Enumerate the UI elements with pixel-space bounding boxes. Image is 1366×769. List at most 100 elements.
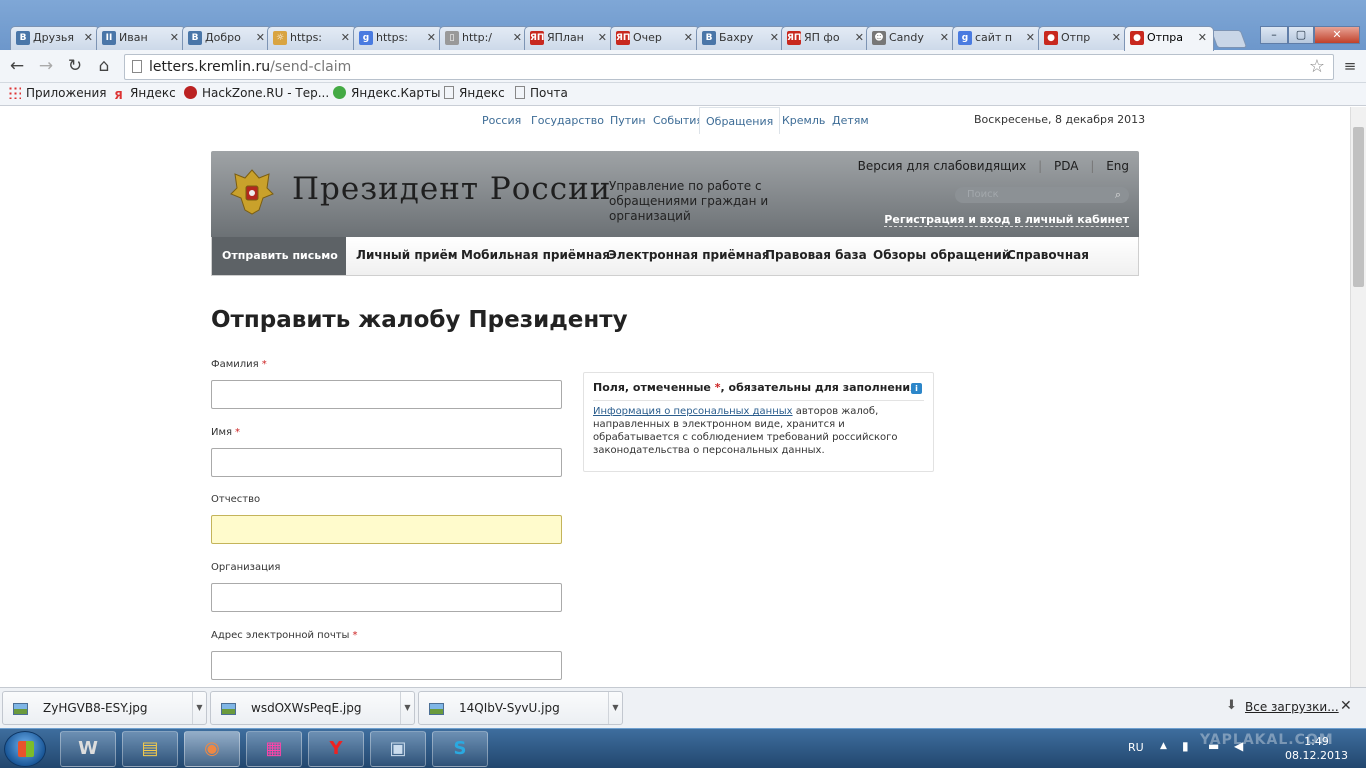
- register-login-link[interactable]: Регистрация и вход в личный кабинет: [884, 213, 1129, 227]
- download-item[interactable]: wsdOXWsPeqE.jpg ▼: [210, 691, 415, 725]
- close-tab-icon[interactable]: ✕: [598, 27, 607, 49]
- chevron-down-icon[interactable]: ▼: [192, 692, 206, 724]
- tab-1[interactable]: II Иван ✕: [96, 26, 186, 50]
- tab-9[interactable]: ЯП ЯП фо ✕: [781, 26, 871, 50]
- tab-3[interactable]: ☼ https: ✕: [267, 26, 357, 50]
- maximize-button[interactable]: ▢: [1288, 26, 1314, 44]
- minimize-button[interactable]: –: [1260, 26, 1288, 44]
- bookmark-yandex[interactable]: Я Яндекс: [112, 86, 175, 102]
- bookmark-yandex-maps[interactable]: Яндекс.Карты: [333, 86, 440, 100]
- close-tab-icon[interactable]: ✕: [940, 27, 949, 49]
- close-tab-icon[interactable]: ✕: [84, 27, 93, 49]
- chrome-icon[interactable]: ◉: [184, 731, 240, 767]
- close-tab-icon[interactable]: ✕: [1198, 27, 1207, 49]
- search-input[interactable]: Поиск ⌕: [955, 187, 1129, 203]
- battery-icon[interactable]: ▬: [1208, 739, 1219, 753]
- field-input-1[interactable]: [211, 448, 562, 477]
- menu-item-1[interactable]: Личный приём: [356, 237, 458, 275]
- world-of-tanks-icon[interactable]: W: [60, 731, 116, 767]
- menu-item-6[interactable]: Справочная: [1007, 237, 1089, 275]
- clock[interactable]: 1:49 08.12.2013: [1285, 735, 1348, 763]
- address-bar[interactable]: letters.kremlin.ru/send-claim ☆: [124, 54, 1334, 80]
- menu-icon[interactable]: ≡: [1339, 55, 1361, 77]
- close-tab-icon[interactable]: ✕: [1026, 27, 1035, 49]
- accessibility-link[interactable]: Версия для слабовидящих: [858, 159, 1027, 173]
- close-tab-icon[interactable]: ✕: [770, 27, 779, 49]
- close-tab-icon[interactable]: ✕: [341, 27, 350, 49]
- bookmark-hackzone[interactable]: HackZone.RU - Тер...: [184, 86, 329, 100]
- show-hidden-icons-icon[interactable]: ▲: [1160, 741, 1167, 751]
- field-input-2[interactable]: [211, 515, 562, 544]
- back-icon[interactable]: ←: [6, 55, 28, 77]
- volume-icon[interactable]: ◀: [1234, 739, 1243, 753]
- page-scrollbar[interactable]: [1350, 107, 1366, 687]
- topnav-item[interactable]: Россия: [482, 114, 521, 127]
- personal-data-link[interactable]: Информация о персональных данных: [593, 406, 793, 417]
- english-link[interactable]: Eng: [1106, 159, 1129, 173]
- topnav-item[interactable]: Кремль: [782, 114, 825, 127]
- language-indicator[interactable]: RU: [1128, 741, 1144, 754]
- close-icon[interactable]: ✕: [1340, 698, 1352, 714]
- new-tab-button[interactable]: [1210, 30, 1248, 48]
- tab-8[interactable]: В Бахру ✕: [696, 26, 786, 50]
- tab-2[interactable]: В Добро ✕: [182, 26, 272, 50]
- all-downloads-link[interactable]: Все загрузки...: [1245, 700, 1339, 714]
- start-button[interactable]: [4, 731, 46, 767]
- site-title[interactable]: Президент России: [292, 171, 611, 207]
- close-tab-icon[interactable]: ✕: [855, 27, 864, 49]
- tab-10[interactable]: ☻ Candy ✕: [866, 26, 956, 50]
- pda-link[interactable]: PDA: [1054, 159, 1078, 173]
- close-tab-icon[interactable]: ✕: [513, 27, 522, 49]
- page-icon: [444, 86, 454, 99]
- topnav-item[interactable]: Путин: [610, 114, 646, 127]
- menu-item-3[interactable]: Электронная приёмная: [608, 237, 770, 275]
- menu-item-4[interactable]: Правовая база: [765, 237, 867, 275]
- bookmark-yandex-2[interactable]: Яндекс: [444, 86, 505, 100]
- network-icon[interactable]: ▮: [1182, 739, 1189, 753]
- field-input-3[interactable]: [211, 583, 562, 612]
- bookmark-mail[interactable]: Почта: [515, 86, 568, 100]
- close-tab-icon[interactable]: ✕: [684, 27, 693, 49]
- topnav-item[interactable]: События: [653, 114, 703, 127]
- skype-icon[interactable]: S: [432, 731, 488, 767]
- tab-5[interactable]: ▯ http:/ ✕: [439, 26, 529, 50]
- close-tab-icon[interactable]: ✕: [1112, 27, 1121, 49]
- field-label: Отчество: [211, 494, 260, 505]
- tab-11[interactable]: g сайт п ✕: [952, 26, 1042, 50]
- bookmark-apps[interactable]: Приложения: [8, 86, 107, 100]
- download-item[interactable]: ZyHGVB8-ESY.jpg ▼: [2, 691, 207, 725]
- close-window-button[interactable]: ✕: [1314, 26, 1360, 44]
- reload-icon[interactable]: ↻: [64, 55, 86, 77]
- tab-12[interactable]: ● Отпр ✕: [1038, 26, 1128, 50]
- topnav-item[interactable]: Обращения: [699, 107, 781, 134]
- download-item[interactable]: 14QIbV-SyvU.jpg ▼: [418, 691, 623, 725]
- menu-item-2[interactable]: Мобильная приёмная: [461, 237, 610, 275]
- forward-icon[interactable]: →: [35, 55, 57, 77]
- search-icon[interactable]: ⌕: [1115, 187, 1121, 203]
- field-input-4[interactable]: [211, 651, 562, 680]
- explorer-icon[interactable]: ▤: [122, 731, 178, 767]
- info-icon[interactable]: i: [911, 383, 922, 394]
- bookmark-star-icon[interactable]: ☆: [1309, 56, 1325, 77]
- tab-13[interactable]: ● Отпра ✕: [1124, 26, 1214, 51]
- close-tab-icon[interactable]: ✕: [427, 27, 436, 49]
- chevron-down-icon[interactable]: ▼: [400, 692, 414, 724]
- field-input-0[interactable]: [211, 380, 562, 409]
- home-icon[interactable]: ⌂: [93, 55, 115, 77]
- apps-icon[interactable]: ▦: [246, 731, 302, 767]
- remote-desktop-icon[interactable]: ▣: [370, 731, 426, 767]
- close-tab-icon[interactable]: ✕: [170, 27, 179, 49]
- topnav-item[interactable]: Государство: [531, 114, 604, 127]
- close-tab-icon[interactable]: ✕: [256, 27, 265, 49]
- menu-item-0[interactable]: Отправить письмо: [212, 237, 346, 275]
- tab-6[interactable]: ЯП ЯПлан ✕: [524, 26, 614, 50]
- tab-7[interactable]: ЯП Очер ✕: [610, 26, 700, 50]
- topnav-item[interactable]: Детям: [832, 114, 869, 127]
- scrollbar-thumb[interactable]: [1353, 127, 1364, 287]
- tab-0[interactable]: В Друзья ✕: [10, 26, 100, 50]
- menu-item-5[interactable]: Обзоры обращений: [873, 237, 1010, 275]
- info-title: Поля, отмеченные *, обязательны для запо…: [593, 381, 918, 394]
- tab-4[interactable]: g https: ✕: [353, 26, 443, 50]
- yandex-browser-icon[interactable]: Y: [308, 731, 364, 767]
- chevron-down-icon[interactable]: ▼: [608, 692, 622, 724]
